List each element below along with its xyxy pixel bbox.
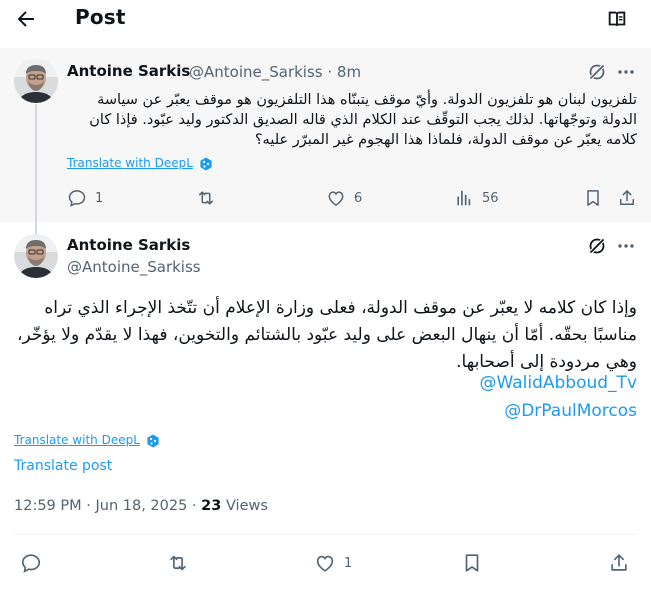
share-button[interactable] <box>617 188 645 208</box>
like-button[interactable]: 1 <box>314 552 352 574</box>
author-name[interactable]: Antoine Sarkis <box>67 236 190 254</box>
author-name[interactable]: Antoine Sarkis <box>67 62 190 80</box>
reader-mode-icon[interactable] <box>606 8 628 30</box>
deepl-icon <box>146 434 160 448</box>
more-icon[interactable] <box>616 236 636 256</box>
like-count: 6 <box>354 190 363 206</box>
translate-deepl-label[interactable]: Translate with DeepL <box>67 156 193 170</box>
reply-button[interactable]: 1 <box>67 188 103 208</box>
bookmark-icon <box>465 554 479 572</box>
divider <box>14 534 637 535</box>
grok-icon[interactable] <box>587 236 607 256</box>
top-bar: Post <box>0 0 651 38</box>
retweet-icon <box>199 191 213 205</box>
translate-deepl-link[interactable]: Translate with DeepL <box>67 156 213 171</box>
like-icon <box>328 191 344 206</box>
meta-separator: · <box>187 498 202 514</box>
tweet-text: وإذا كان كلامه لا يعبّر عن موقف الدولة، … <box>16 298 637 372</box>
author-handle-time[interactable]: @Antoine_Sarkiss · 8m <box>189 63 361 81</box>
mention-link[interactable]: @WalidAbboud_Tv <box>480 373 638 393</box>
timestamp[interactable]: 12:59 PM · Jun 18, 2025 <box>14 498 187 514</box>
author-handle[interactable]: @Antoine_Sarkiss <box>67 258 201 276</box>
tweet-meta: 12:59 PM · Jun 18, 2025 · 23 Views <box>14 498 268 514</box>
views-count: 23 <box>201 498 222 514</box>
bookmark-icon <box>587 190 599 206</box>
avatar[interactable] <box>14 59 58 103</box>
more-icon[interactable] <box>616 62 636 82</box>
deepl-icon <box>199 157 213 171</box>
share-button[interactable] <box>608 552 638 574</box>
views-count: 56 <box>482 190 499 206</box>
retweet-icon <box>170 555 186 571</box>
like-icon <box>316 555 334 572</box>
share-icon <box>611 554 627 571</box>
translate-deepl-label[interactable]: Translate with DeepL <box>14 433 140 447</box>
reply-icon <box>21 554 41 573</box>
share-icon <box>620 190 634 205</box>
thread-connector <box>35 104 37 238</box>
mention-link[interactable]: @DrPaulMorcos <box>504 401 637 421</box>
back-arrow-icon[interactable] <box>14 7 38 31</box>
grok-icon[interactable] <box>587 62 607 82</box>
retweet-button[interactable] <box>167 552 197 574</box>
avatar[interactable] <box>14 234 58 278</box>
like-count: 1 <box>344 555 353 571</box>
page-title: Post <box>75 5 126 29</box>
bookmark-button[interactable] <box>461 552 491 574</box>
reply-count: 1 <box>95 190 104 206</box>
tweet-text: تلفزيون لبنان هو تلفزيون الدولة. وأيّ مو… <box>89 92 637 148</box>
translate-post-link[interactable]: Translate post <box>14 458 112 474</box>
bookmark-button[interactable] <box>583 188 611 208</box>
views-icon <box>457 190 471 206</box>
retweet-button[interactable] <box>196 188 224 208</box>
reply-button[interactable] <box>20 552 50 574</box>
translate-deepl-link[interactable]: Translate with DeepL <box>14 433 160 448</box>
like-button[interactable]: 6 <box>326 188 362 208</box>
reply-icon <box>68 190 86 207</box>
views-label: Views <box>221 498 268 514</box>
views-button[interactable]: 56 <box>454 188 499 208</box>
parent-tweet[interactable]: Antoine Sarkis @Antoine_Sarkiss · 8m تلف… <box>0 48 651 222</box>
